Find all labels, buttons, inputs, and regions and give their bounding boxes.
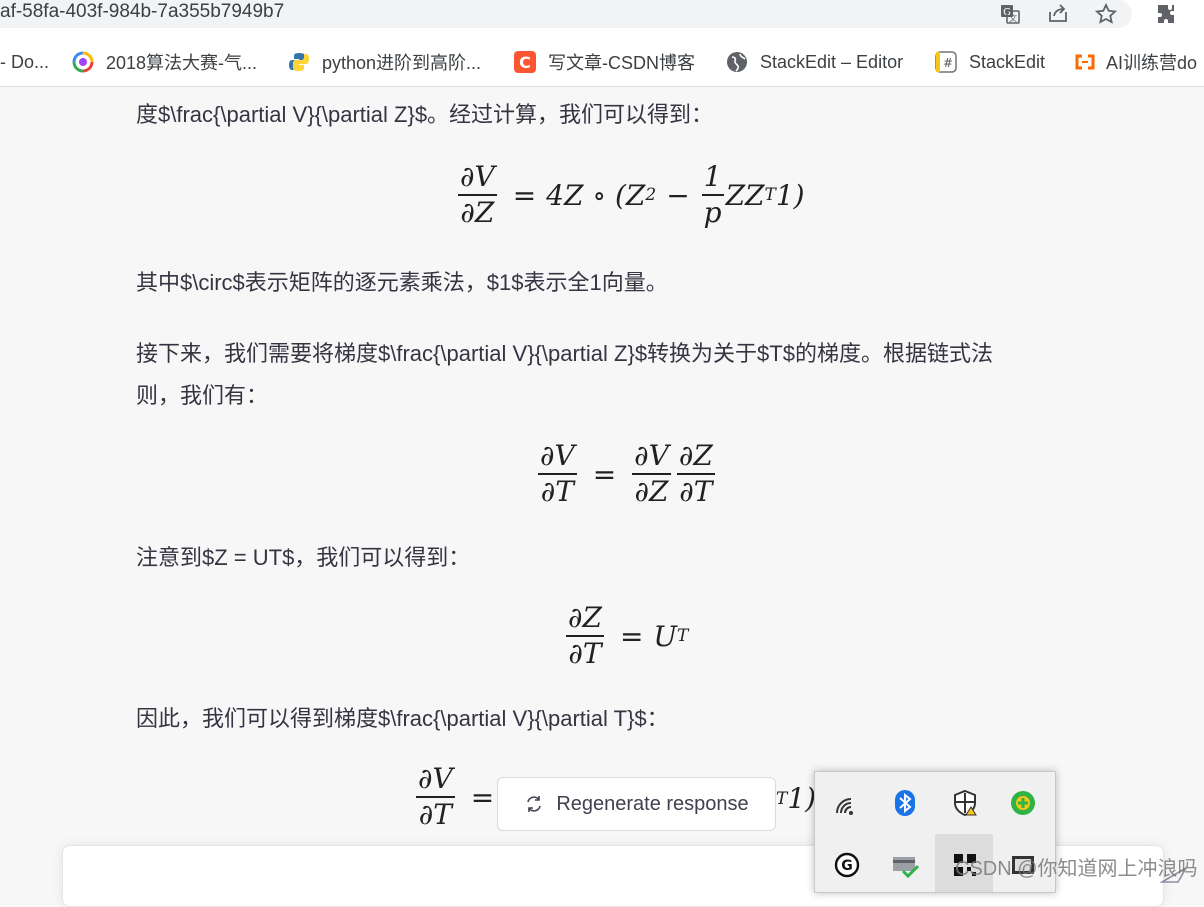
superscript: T xyxy=(764,185,776,205)
equation-tail: T 1) xyxy=(776,782,816,815)
globe-icon xyxy=(727,52,747,72)
equation-gradient-t: ∂V ∂T = xyxy=(410,762,504,832)
green-plus-icon[interactable] xyxy=(1009,789,1037,817)
svg-text:G: G xyxy=(841,858,853,874)
paragraph: 因此，我们可以得到梯度$\frac{\partial V}{\partial T… xyxy=(136,706,669,731)
paragraph: 度$\frac{\partial V}{\partial Z}$。经过计算，我们… xyxy=(136,102,714,127)
fraction: ∂V ∂Z xyxy=(458,160,497,230)
address-bar: af-58fa-403f-984b-7a355b7949b7 G 文 xyxy=(0,0,1204,28)
expression: 1) xyxy=(775,178,805,212)
numerator: 1 xyxy=(703,160,722,193)
paragraph: 接下来，我们需要将梯度$\frac{\partial V}{\partial Z… xyxy=(136,341,993,366)
denominator: ∂T xyxy=(679,475,713,508)
bookmark-item[interactable]: StackEdit – Editor xyxy=(726,50,903,74)
bookmark-item[interactable]: AI训练营do xyxy=(1074,50,1197,74)
chat-content: 度$\frac{\partial V}{\partial Z}$。经过计算，我们… xyxy=(0,87,1204,887)
expression: 4Z ∘ (Z xyxy=(546,178,646,212)
url-text[interactable]: af-58fa-403f-984b-7a355b7949b7 xyxy=(0,1,284,23)
fraction: ∂Z ∂T xyxy=(566,601,604,671)
equation-chain-rule: ∂V ∂T = ∂V ∂Z ∂Z ∂T xyxy=(532,439,721,509)
equals-sign: = xyxy=(619,619,644,653)
bookmarks-bar: - Do... 2018算法大赛-气... python进阶到高阶... C 写… xyxy=(0,38,1204,87)
expression: 1) xyxy=(787,782,817,815)
fraction: ∂V ∂T xyxy=(538,439,577,509)
csdn-icon: C xyxy=(514,51,536,73)
fraction: ∂Z ∂T xyxy=(676,439,715,509)
fraction: ∂V ∂T xyxy=(416,762,455,832)
url-field[interactable]: af-58fa-403f-984b-7a355b7949b7 G 文 xyxy=(0,0,1132,28)
fraction: 1 p xyxy=(701,160,724,230)
fraction: ∂V ∂Z xyxy=(632,439,671,509)
python-icon xyxy=(289,53,309,71)
expression: U xyxy=(653,619,678,653)
superscript: 2 xyxy=(645,185,657,205)
expression: ZZ xyxy=(725,178,765,212)
bookmark-label: StackEdit – Editor xyxy=(760,51,904,72)
extensions-icon[interactable] xyxy=(1155,2,1179,26)
card-check-icon[interactable] xyxy=(891,851,919,879)
paragraph: 则，我们有： xyxy=(136,383,269,408)
denominator: ∂T xyxy=(540,475,574,508)
denominator: ∂Z xyxy=(634,475,669,508)
grammarly-icon[interactable]: G xyxy=(833,851,861,879)
numerator: ∂V xyxy=(418,762,453,795)
bookmark-label: - Do... xyxy=(0,51,50,72)
star-icon[interactable] xyxy=(1094,2,1118,26)
numerator: ∂Z xyxy=(678,439,713,472)
denominator: p xyxy=(703,196,722,229)
bookmark-label: 2018算法大赛-气... xyxy=(106,53,258,73)
regenerate-label: Regenerate response xyxy=(556,792,749,815)
bookmark-label: StackEdit xyxy=(969,51,1046,72)
bluetooth-icon[interactable] xyxy=(891,789,919,817)
bookmark-item[interactable]: 2018算法大赛-气... xyxy=(72,50,257,74)
paragraph: 注意到$Z = UT$，我们可以得到： xyxy=(136,545,471,570)
translate-icon[interactable]: G 文 xyxy=(998,2,1022,26)
bookmark-label: 写文章-CSDN博客 xyxy=(548,53,695,73)
wifi-icon[interactable] xyxy=(833,791,861,819)
paragraph: 其中$\circ$表示矩阵的逐元素乘法，$1$表示全1向量。 xyxy=(136,270,668,295)
bookmark-label: AI训练营do xyxy=(1106,53,1198,73)
aliyun-icon xyxy=(1075,54,1095,70)
numerator: ∂V xyxy=(460,160,495,193)
bookmark-item[interactable]: C 写文章-CSDN博客 xyxy=(514,50,695,74)
superscript: T xyxy=(776,788,788,809)
numerator: ∂V xyxy=(634,439,669,472)
toolbar-gap xyxy=(0,28,1204,38)
superscript: T xyxy=(677,626,689,646)
colorful-swirl-icon xyxy=(72,51,94,73)
stackedit-icon: # xyxy=(935,51,957,73)
watermark: CSDN @你知道网上冲浪吗 xyxy=(955,858,1198,880)
equals-sign: = xyxy=(512,178,537,212)
minus-sign: − xyxy=(666,178,690,212)
svg-text:#: # xyxy=(943,56,953,70)
equals-sign: = xyxy=(592,457,617,491)
bookmark-item[interactable]: python进阶到高阶... xyxy=(288,50,481,74)
regenerate-response-button[interactable]: Regenerate response xyxy=(497,777,776,831)
security-shield-icon[interactable] xyxy=(951,789,979,817)
numerator: ∂Z xyxy=(568,601,602,634)
share-icon[interactable] xyxy=(1046,2,1070,26)
equation-dz-dt: ∂Z ∂T = UT xyxy=(560,601,688,671)
refresh-icon xyxy=(527,796,542,812)
svg-text:C: C xyxy=(519,53,531,72)
equals-sign: = xyxy=(470,780,495,814)
numerator: ∂V xyxy=(540,439,575,472)
bookmark-item[interactable]: # StackEdit xyxy=(935,50,1045,74)
bookmark-item[interactable]: - Do... xyxy=(0,50,49,74)
svg-text:文: 文 xyxy=(1009,13,1017,23)
equation-gradient-z: ∂V ∂Z = 4Z ∘ (Z 2 − 1 p ZZ T 1) xyxy=(452,160,805,230)
denominator: ∂Z xyxy=(460,196,495,229)
bookmark-label: python进阶到高阶... xyxy=(322,53,482,73)
denominator: ∂T xyxy=(568,637,602,670)
